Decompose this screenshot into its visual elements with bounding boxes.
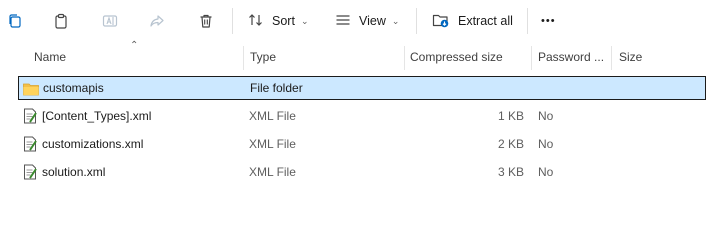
- extract-folder-icon: [432, 12, 450, 31]
- column-divider[interactable]: [243, 46, 244, 70]
- sort-label: Sort: [272, 14, 295, 28]
- password-protected: No: [538, 137, 554, 151]
- compressed-size: 2 KB: [497, 137, 524, 151]
- file-list-item[interactable]: [Content_Types].xml XML File 1 KB No: [18, 104, 706, 128]
- file-type: XML File: [249, 109, 296, 123]
- view-button[interactable]: View ⌄: [335, 10, 399, 32]
- column-password-header[interactable]: Password ...: [538, 44, 604, 70]
- more-options-button[interactable]: •••: [541, 10, 556, 32]
- more-options-icon: •••: [541, 15, 556, 27]
- folder-icon: [23, 83, 39, 96]
- toolbar-separator: [527, 8, 528, 34]
- column-header-row: ⌃ Name Type Compressed size Password ...…: [0, 40, 706, 70]
- file-name: customapis: [43, 81, 104, 95]
- column-size-header[interactable]: Size: [619, 44, 642, 70]
- column-divider[interactable]: [611, 46, 612, 70]
- command-bar: Sort ⌄ View ⌄ Extract all •••: [0, 0, 706, 42]
- password-protected: No: [538, 109, 554, 123]
- xml-file-icon: [24, 108, 37, 124]
- file-list-item[interactable]: customapis File folder: [18, 76, 706, 100]
- compressed-size: 1 KB: [497, 109, 524, 123]
- toolbar-separator: [232, 8, 233, 34]
- file-list-item[interactable]: solution.xml XML File 3 KB No: [18, 160, 706, 184]
- column-divider[interactable]: [404, 46, 405, 70]
- column-divider[interactable]: [531, 46, 532, 70]
- copy-icon[interactable]: [4, 10, 26, 32]
- file-name: customizations.xml: [42, 137, 144, 151]
- sort-icon: [248, 12, 264, 31]
- file-type: XML File: [249, 137, 296, 151]
- file-type: File folder: [250, 81, 303, 95]
- view-icon: [335, 12, 351, 31]
- extract-all-button[interactable]: Extract all: [432, 10, 513, 32]
- password-protected: No: [538, 165, 554, 179]
- rename-icon[interactable]: [99, 10, 121, 32]
- xml-file-icon: [24, 136, 37, 152]
- view-label: View: [359, 14, 386, 28]
- sort-button[interactable]: Sort ⌄: [248, 10, 308, 32]
- share-icon[interactable]: [146, 10, 168, 32]
- file-name: [Content_Types].xml: [42, 109, 152, 123]
- column-compressed-header[interactable]: Compressed size: [410, 44, 503, 70]
- column-name-header[interactable]: Name: [34, 44, 66, 70]
- sort-ascending-icon: ⌃: [130, 40, 139, 51]
- extract-all-label: Extract all: [458, 14, 513, 28]
- toolbar-separator: [416, 8, 417, 34]
- chevron-down-icon: ⌄: [300, 15, 309, 26]
- compressed-size: 3 KB: [497, 165, 524, 179]
- column-type-header[interactable]: Type: [250, 44, 276, 70]
- chevron-down-icon: ⌄: [391, 15, 400, 26]
- file-list-item[interactable]: customizations.xml XML File 2 KB No: [18, 132, 706, 156]
- delete-icon[interactable]: [195, 10, 217, 32]
- xml-file-icon: [24, 164, 37, 180]
- file-type: XML File: [249, 165, 296, 179]
- paste-icon[interactable]: [50, 10, 72, 32]
- file-name: solution.xml: [42, 165, 106, 179]
